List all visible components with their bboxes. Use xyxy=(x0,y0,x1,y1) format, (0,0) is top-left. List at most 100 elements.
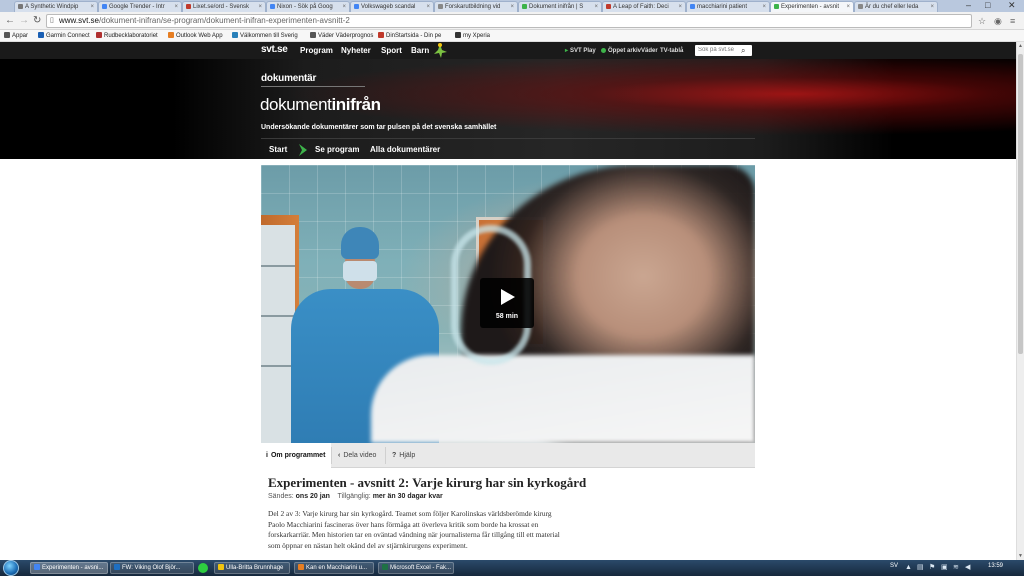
forward-icon[interactable]: → xyxy=(19,14,29,28)
nav-nyheter[interactable]: Nyheter xyxy=(341,45,371,56)
browser-tab[interactable]: Google Trender - Intr × xyxy=(98,1,182,12)
menu-icon[interactable]: ≡ xyxy=(1010,15,1015,27)
browser-tab[interactable]: macchiarini patient × xyxy=(686,1,770,12)
taskbar-task[interactable]: Experimenten - avsni... xyxy=(30,562,108,574)
bookmark-item[interactable]: Outlook Web App xyxy=(168,31,223,41)
nav-program[interactable]: Program xyxy=(300,45,333,56)
bookmark-item[interactable]: Välkommen till Sverig xyxy=(232,31,298,41)
taskbar-task-label: Microsoft Excel - Fak... xyxy=(390,565,452,571)
browser-tab[interactable]: Lixet.se/ord - Svensk × xyxy=(182,1,266,12)
section-kicker[interactable]: dokumentär xyxy=(261,73,316,84)
nav-sport[interactable]: Sport xyxy=(381,45,402,56)
bookmark-item[interactable]: Rudbecklaboratoriet xyxy=(96,31,158,41)
link-tv-tabla[interactable]: TV-tablå xyxy=(660,47,683,55)
scroll-down-icon[interactable]: ▼ xyxy=(1017,553,1024,559)
taskbar-task[interactable]: Kan en Macchiarini u... xyxy=(294,562,374,574)
tab-hjalp[interactable]: ? Hjälp xyxy=(387,443,420,468)
scroll-up-icon[interactable]: ▲ xyxy=(1017,43,1024,49)
tab-close-icon[interactable]: × xyxy=(678,2,682,12)
barn-figure-icon xyxy=(434,43,447,58)
tab-hjalp-label: Hjälp xyxy=(399,452,416,459)
tab-close-icon[interactable]: × xyxy=(426,2,430,12)
browser-tab[interactable]: Nixon - Sök på Goog × xyxy=(266,1,350,12)
url-field[interactable]: www.svt.se/dokument-inifran/se-program/d… xyxy=(46,14,972,28)
tab-close-icon[interactable]: × xyxy=(762,2,766,12)
star-icon[interactable]: ☆ xyxy=(978,15,986,27)
page-scrollbar[interactable]: ▲ ▼ xyxy=(1016,42,1024,560)
bookmark-icon xyxy=(4,32,10,38)
tab-close-icon[interactable]: × xyxy=(846,2,850,12)
svt-logo[interactable]: svt.se xyxy=(261,44,288,56)
browser-tab[interactable]: Volkswageb scandal × xyxy=(350,1,434,12)
browser-tab[interactable]: A Leap of Faith: Deci × xyxy=(602,1,686,12)
tab-om-programmet[interactable]: i Om programmet xyxy=(261,443,331,468)
available-label: Tillgänglig: xyxy=(337,493,371,500)
bookmark-item[interactable]: Garmin Connect xyxy=(38,31,90,41)
page-icon: ▯ xyxy=(50,17,54,24)
tab-close-icon[interactable]: × xyxy=(342,2,346,12)
tab-close-icon[interactable]: × xyxy=(258,2,262,12)
link-vader[interactable]: Väder xyxy=(641,47,658,55)
program-brand[interactable]: dokumentinifrån xyxy=(260,95,381,115)
bookmark-item[interactable]: Appar xyxy=(4,31,28,41)
link-oppet-arkiv[interactable]: Öppet arkiv xyxy=(601,47,641,55)
video-player[interactable]: 58 min xyxy=(261,165,755,443)
browser-tab[interactable]: Är du chef eller leda × xyxy=(854,1,938,12)
tab-close-icon[interactable]: × xyxy=(90,2,94,12)
browser-tab[interactable]: Experimenten - avsnit × xyxy=(770,1,854,12)
extension-icon[interactable]: ◉ xyxy=(994,15,1002,27)
tray-network-icon[interactable]: ▤ xyxy=(917,564,924,572)
sent-label: Sändes: xyxy=(268,493,294,500)
subnav-se-program[interactable]: Se program xyxy=(315,145,359,155)
reload-icon[interactable]: ↻ xyxy=(33,14,41,28)
maximize-icon[interactable]: □ xyxy=(985,0,990,11)
play-button[interactable]: 58 min xyxy=(480,278,534,328)
windows-taskbar: Experimenten - avsni... FW: Viking Olof B… xyxy=(0,560,1024,576)
bookmark-item[interactable]: DinStartsida - Din pe xyxy=(378,31,441,41)
bookmark-item[interactable]: my Xperia xyxy=(455,31,490,41)
minimize-icon[interactable]: – xyxy=(966,0,971,11)
close-window-icon[interactable]: ✕ xyxy=(1008,0,1016,11)
tab-close-icon[interactable]: × xyxy=(174,2,178,12)
surgeon-mask xyxy=(343,261,377,281)
favicon-icon xyxy=(18,4,23,9)
taskbar-task[interactable]: Microsoft Excel - Fak... xyxy=(378,562,454,574)
tray-volume-icon[interactable]: ◀ xyxy=(965,564,970,572)
browser-tab[interactable]: Forskarutbildning vid × xyxy=(434,1,518,12)
browser-tab-bar: A Synthetic Windpip × Google Trender - Int… xyxy=(0,0,1024,12)
tab-close-icon[interactable]: × xyxy=(930,2,934,12)
browser-tab[interactable]: A Synthetic Windpip × xyxy=(14,1,98,12)
taskbar-task[interactable]: FW: Viking Olof Björ... xyxy=(110,562,194,574)
subnav-divider xyxy=(261,138,755,139)
back-icon[interactable]: ← xyxy=(5,14,15,28)
tray-monitor-icon[interactable]: ▣ xyxy=(941,564,948,572)
tray-flag-icon[interactable]: ⚑ xyxy=(929,564,935,572)
bookmark-item[interactable]: Väder Väderprognos xyxy=(310,31,373,41)
current-section-arrow-icon xyxy=(299,144,307,156)
search-icon[interactable]: ⌕ xyxy=(741,45,745,56)
clock[interactable]: 13:59 xyxy=(988,563,1003,569)
sent-value: ons 20 jan xyxy=(295,493,330,500)
url-host: www.svt.se xyxy=(59,16,100,25)
start-button[interactable] xyxy=(3,560,19,576)
subnav-start[interactable]: Start xyxy=(269,145,287,155)
language-indicator[interactable]: SV xyxy=(890,563,898,569)
favicon-icon xyxy=(690,4,695,9)
bookmark-icon xyxy=(455,32,461,38)
browser-tab[interactable]: Dokument inifrån | S × xyxy=(518,1,602,12)
tray-wifi-icon[interactable]: ≋ xyxy=(953,564,959,572)
link-svt-play[interactable]: ▸ SVT Play xyxy=(565,47,596,55)
taskbar-task[interactable]: Ulla-Britta Brunnhage xyxy=(214,562,290,574)
tray-arrow-icon[interactable]: ▲ xyxy=(905,564,912,572)
tab-close-icon[interactable]: × xyxy=(510,2,514,12)
share-icon: ‹ xyxy=(338,452,341,459)
tab-close-icon[interactable]: × xyxy=(594,2,598,12)
subnav-alla-dokumentarer[interactable]: Alla dokumentärer xyxy=(370,145,440,155)
tab-dela-video[interactable]: ‹ Dela video xyxy=(333,443,381,468)
bookmark-label: DinStartsida - Din pe xyxy=(386,33,442,39)
surgeon-cap xyxy=(341,227,379,259)
spotify-icon[interactable] xyxy=(198,563,208,573)
video-tabs: i Om programmet ‹ Dela video ? Hjälp xyxy=(261,443,755,468)
nav-barn[interactable]: Barn xyxy=(411,45,429,56)
scroll-thumb[interactable] xyxy=(1018,54,1023,354)
